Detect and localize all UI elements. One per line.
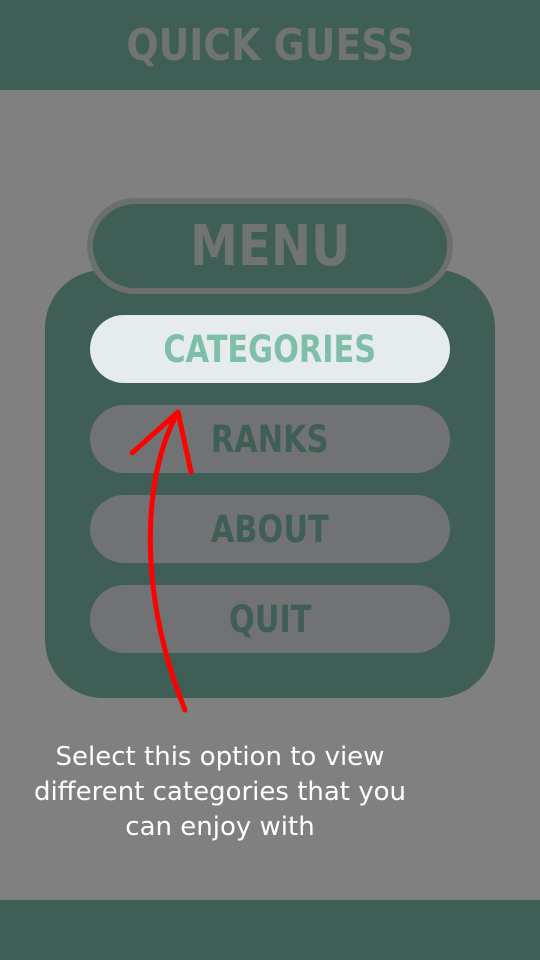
quit-button-label: QUIT	[228, 597, 312, 641]
menu-title: MENU	[189, 213, 351, 279]
tutorial-hint-text: Select this option to view different cat…	[33, 742, 407, 842]
menu-header: MENU	[87, 198, 453, 294]
app-title: QUICK GUESS	[126, 19, 414, 71]
quit-button[interactable]: QUIT	[90, 585, 450, 653]
categories-button[interactable]: CATEGORIES	[90, 315, 450, 383]
bottom-bar	[0, 900, 540, 960]
ranks-button-label: RANKS	[211, 417, 329, 461]
categories-button-label: CATEGORIES	[163, 327, 377, 371]
ranks-button[interactable]: RANKS	[90, 405, 450, 473]
top-bar: QUICK GUESS	[0, 0, 540, 90]
about-button-label: ABOUT	[211, 507, 329, 551]
about-button[interactable]: ABOUT	[90, 495, 450, 563]
